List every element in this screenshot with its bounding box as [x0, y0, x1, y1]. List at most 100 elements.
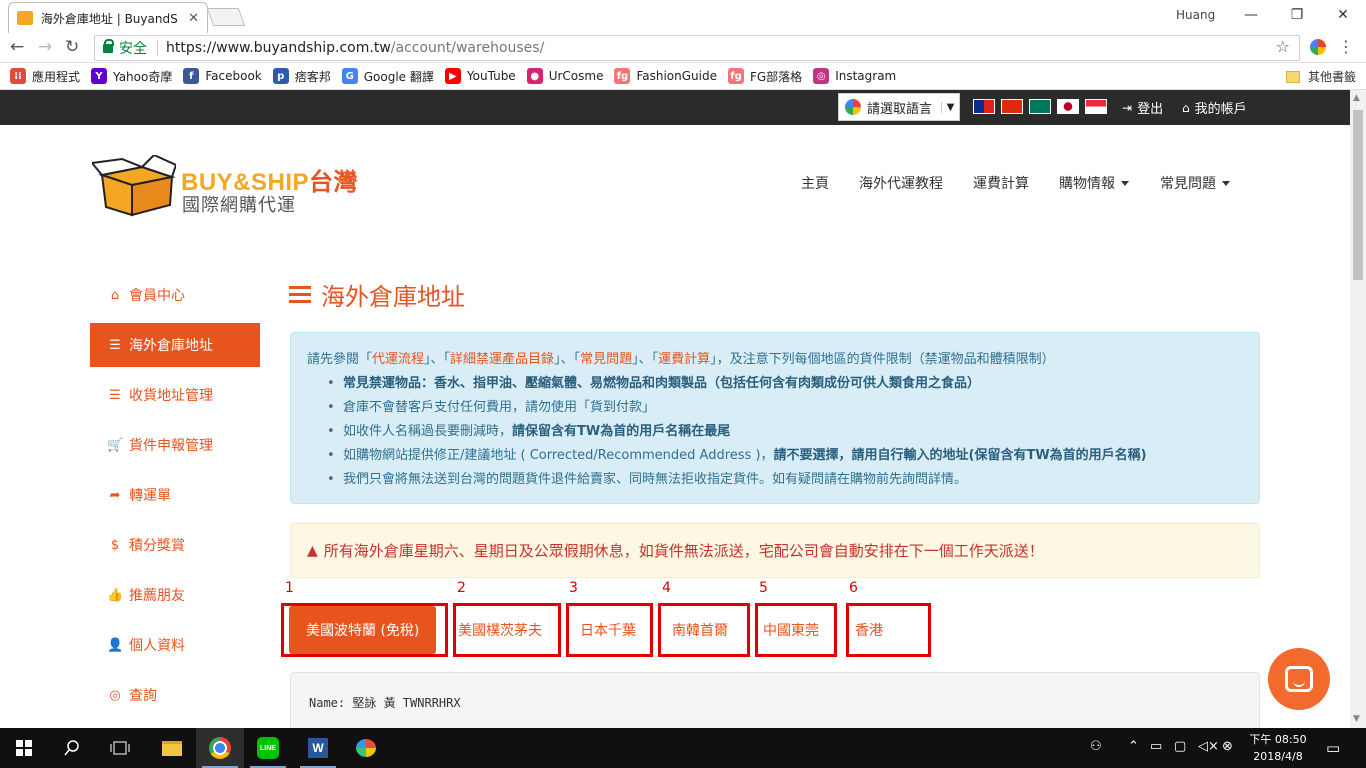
network-icon[interactable]: ▢ — [1174, 739, 1186, 754]
flag-taiwan-icon[interactable] — [973, 99, 995, 114]
list-item: 如購物網站提供修正/建議地址 ( Corrected/Recommended A… — [327, 444, 1243, 468]
task-view-button[interactable] — [96, 728, 144, 768]
close-tab-icon[interactable]: ✕ — [188, 11, 199, 26]
battery-icon[interactable]: ▭ — [1150, 739, 1162, 754]
search-icon — [64, 740, 79, 756]
tab-warehouse-china-dongguan[interactable]: 中國東莞 — [755, 603, 837, 657]
link-faq[interactable]: 常見問題 — [580, 352, 632, 367]
sidebar-item-warehouses[interactable]: ☰ 海外倉庫地址 — [90, 323, 260, 367]
chat-button[interactable] — [1268, 648, 1330, 710]
browser-menu-icon[interactable]: ⋮ — [1338, 37, 1354, 56]
bookmark-star-icon[interactable]: ☆ — [1276, 37, 1290, 56]
restore-icon[interactable]: ❐ — [1274, 0, 1320, 30]
volume-mute-icon[interactable]: ◁× — [1198, 739, 1219, 754]
bookmark-pixnet[interactable]: p 痞客邦 — [272, 68, 331, 85]
word-taskbar-button[interactable]: W — [294, 728, 342, 768]
reload-icon[interactable]: ↻ — [65, 37, 79, 57]
tab-warehouse-us-portsmouth[interactable]: 美國樸茨茅夫 — [453, 603, 561, 657]
scroll-up-icon[interactable]: ▲ — [1353, 93, 1360, 103]
link-process[interactable]: 代運流程 — [372, 352, 424, 367]
scroll-down-icon[interactable]: ▼ — [1353, 714, 1360, 724]
bookmark-urcosme[interactable]: ● UrCosme — [526, 68, 603, 84]
people-icon[interactable]: ⚇ — [1090, 739, 1102, 754]
flag-singapore-icon[interactable] — [1085, 99, 1107, 114]
scrollbar-thumb[interactable] — [1353, 110, 1363, 280]
chevron-up-icon[interactable]: ⌃ — [1128, 739, 1139, 754]
logout-link[interactable]: ⇥ 登出 — [1122, 98, 1163, 118]
chrome-taskbar-button[interactable] — [196, 728, 244, 768]
tab-warehouse-hongkong[interactable]: 香港 — [846, 603, 931, 657]
bookmark-google-translate[interactable]: G Google 翻譯 — [341, 68, 434, 85]
flag-japan-icon[interactable] — [1057, 99, 1079, 114]
box-logo-icon[interactable] — [92, 155, 176, 217]
sidebar-item-declarations[interactable]: 🛒 貨件申報管理 — [90, 420, 260, 470]
list-icon — [289, 285, 311, 304]
paint-taskbar-button[interactable] — [342, 728, 390, 768]
sidebar-item-referral[interactable]: 👍 推薦朋友 — [90, 570, 260, 620]
facebook-icon: f — [183, 68, 200, 84]
bookmark-fg-blog[interactable]: fg FG部落格 — [727, 68, 802, 85]
sidebar-item-profile[interactable]: 👤 個人資料 — [90, 620, 260, 670]
site-header: BUY&SHIP台灣 國際網購代運 主頁 海外代運教程 運費計算 購物情報 常見… — [0, 125, 1350, 245]
sidebar-item-support[interactable]: ◎ 查詢 — [90, 670, 260, 720]
tab-warehouse-us-portland[interactable]: 美國波特蘭 (免稅) — [281, 603, 448, 657]
tab-warehouse-japan-chiba[interactable]: 日本千葉 — [566, 603, 653, 657]
search-button[interactable] — [48, 728, 96, 768]
flag-macau-icon[interactable] — [1029, 99, 1051, 114]
nav-shopping-info[interactable]: 購物情報 — [1059, 173, 1129, 193]
file-explorer-button[interactable] — [148, 728, 196, 768]
sidebar-item-rewards[interactable]: $ 積分獎賞 — [90, 520, 260, 570]
language-select[interactable]: 請選取語言 ▼ — [838, 93, 960, 121]
extension-icon[interactable] — [1310, 39, 1326, 55]
bookmark-youtube[interactable]: ▶ YouTube — [444, 68, 516, 84]
notification-dismiss-icon[interactable]: ⊗ — [1222, 739, 1233, 754]
forward-icon[interactable]: → — [38, 37, 52, 57]
other-bookmarks[interactable]: 其他書籤 — [1285, 68, 1356, 85]
profile-name[interactable]: Huang — [1176, 8, 1215, 22]
browser-tab[interactable]: 海外倉庫地址 | BuyandS ✕ — [8, 2, 208, 33]
list-item: 如收件人名稱過長要刪減時，請保留含有TW為首的用戶名稱在最尾 — [327, 420, 1243, 444]
close-window-icon[interactable]: ✕ — [1320, 0, 1366, 30]
action-center-icon[interactable]: ▭ — [1326, 739, 1340, 757]
url-path: /account/warehouses/ — [390, 40, 545, 56]
line-taskbar-button[interactable]: LINE — [244, 728, 292, 768]
site-topbar: 請選取語言 ▼ ⇥ 登出 ⌂ 我的帳戶 — [0, 90, 1350, 125]
nav-shipping-calc[interactable]: 運費計算 — [973, 173, 1029, 193]
my-account-link[interactable]: ⌂ 我的帳戶 — [1182, 98, 1247, 118]
google-icon — [845, 99, 861, 115]
new-tab-button[interactable] — [206, 8, 246, 26]
url-host: https://www.buyandship.com.tw — [166, 40, 391, 56]
word-icon: W — [308, 738, 328, 758]
minimize-icon[interactable]: — — [1228, 0, 1274, 30]
taskbar-clock[interactable]: 下午 08:50 2018/4/8 — [1246, 731, 1310, 765]
bookmark-apps[interactable]: ⁞⁞ 應用程式 — [10, 68, 80, 85]
list-item: 我們只會將無法送到台灣的問題貨件退件給賣家、同時無法拒收指定貨件。如有疑問請在購… — [327, 468, 1243, 492]
nav-home[interactable]: 主頁 — [801, 173, 829, 193]
sidebar-item-member-center[interactable]: ⌂ 會員中心 — [90, 270, 260, 320]
tab-number-label: 5 — [759, 580, 768, 596]
google-translate-icon: G — [341, 68, 358, 84]
sidebar-item-address-management[interactable]: ☰ 收貨地址管理 — [90, 370, 260, 420]
flag-hongkong-icon[interactable] — [1001, 99, 1023, 114]
tab-number-label: 1 — [285, 580, 294, 596]
list-item: 倉庫不會替客戶支付任何費用，請勿使用「貨到付款」 — [327, 396, 1243, 420]
tab-warehouse-korea-seoul[interactable]: 南韓首爾 — [658, 603, 750, 657]
tab-number-label: 3 — [569, 580, 578, 596]
bookmark-fashionguide[interactable]: fg FashionGuide — [614, 68, 717, 84]
bookmark-instagram[interactable]: ◎ Instagram — [813, 68, 896, 84]
nav-faq[interactable]: 常見問題 — [1160, 173, 1230, 193]
address-name-line[interactable]: Name: 堅詠 黃 TWNRRHRX — [309, 696, 461, 710]
address-bar[interactable]: 安全 https://www.buyandship.com.tw/account… — [94, 35, 1300, 61]
nav-tutorial[interactable]: 海外代運教程 — [859, 173, 943, 193]
start-button[interactable] — [0, 728, 48, 768]
apps-grid-icon: ⁞⁞ — [10, 68, 26, 84]
sidebar-item-forwarding[interactable]: ➦ 轉運單 — [90, 470, 260, 520]
back-icon[interactable]: ← — [10, 37, 24, 57]
bookmark-facebook[interactable]: f Facebook — [183, 68, 262, 84]
lock-icon — [103, 38, 114, 53]
link-shipping-calc[interactable]: 運費計算 — [658, 352, 710, 367]
link-prohibited-items[interactable]: 詳細禁運產品目錄 — [450, 352, 554, 367]
page-scrollbar[interactable]: ▲ ▼ — [1350, 90, 1366, 728]
bookmark-yahoo[interactable]: Y Yahoo奇摩 — [91, 68, 172, 85]
list-item: 常見禁運物品：香水、指甲油、壓縮氣體、易燃物品和肉類製品（包括任何含有肉類成份可… — [327, 372, 1243, 396]
